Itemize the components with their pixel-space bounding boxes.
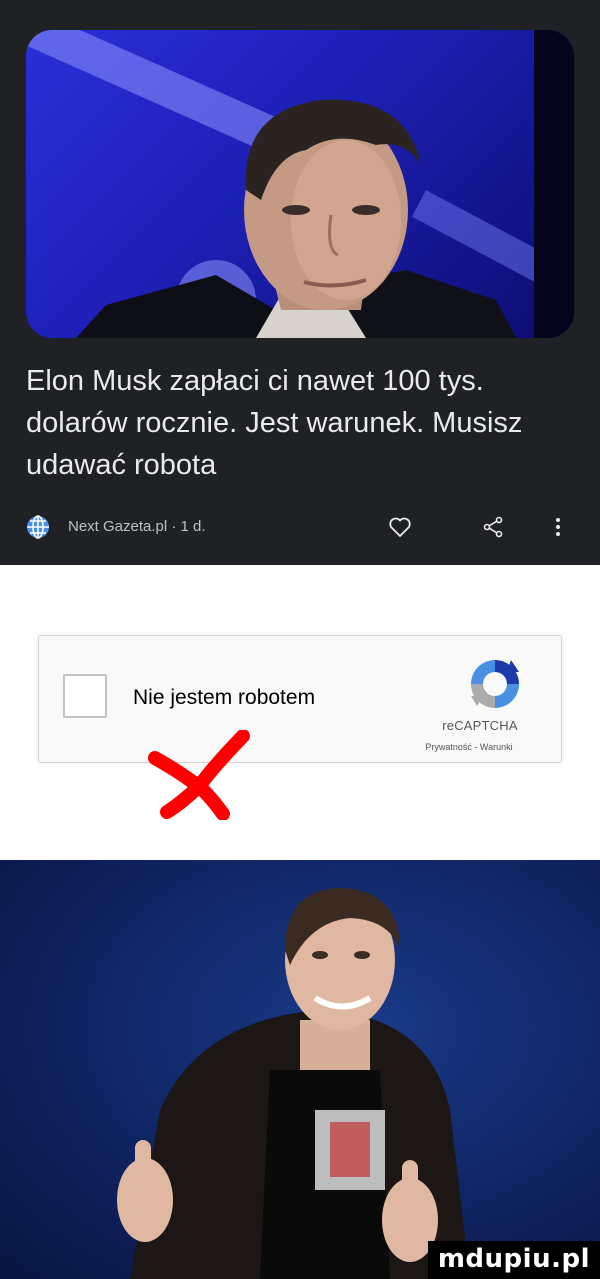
bottom-photo: mdupiu.pl [0,860,600,1279]
recaptcha-brand: reCAPTCHA [442,718,518,733]
share-icon[interactable] [481,515,505,539]
privacy-link[interactable]: Prywatność [425,742,472,752]
globe-icon [27,515,49,539]
captcha-checkbox[interactable] [63,674,107,718]
news-meta-row: Next Gazeta.pl · 1 d. [26,512,574,542]
news-photo[interactable] [26,30,574,338]
person-portrait [76,99,516,338]
news-card[interactable]: Elon Musk zapłaci ci nawet 100 tys. dola… [0,0,600,565]
recaptcha-widget: Nie jestem robotem reCAPTCHA Prywatność … [38,635,562,763]
person-thumbs-up-photo [117,888,470,1279]
heart-icon[interactable] [388,515,412,539]
recaptcha-logo-icon [471,660,519,708]
terms-link[interactable]: Warunki [480,742,513,752]
more-vert-icon[interactable] [552,515,564,539]
news-headline[interactable]: Elon Musk zapłaci ci nawet 100 tys. dola… [26,360,576,486]
watermark: mdupiu.pl [427,1241,600,1279]
red-x-mark-icon [148,730,250,820]
news-source[interactable]: Next Gazeta.pl · 1 d. [68,518,206,535]
captcha-label: Nie jestem robotem [133,686,316,709]
captcha-links: Prywatność - Warunki [395,742,543,752]
link-separator: - [471,742,480,752]
photo-edge [534,30,574,338]
